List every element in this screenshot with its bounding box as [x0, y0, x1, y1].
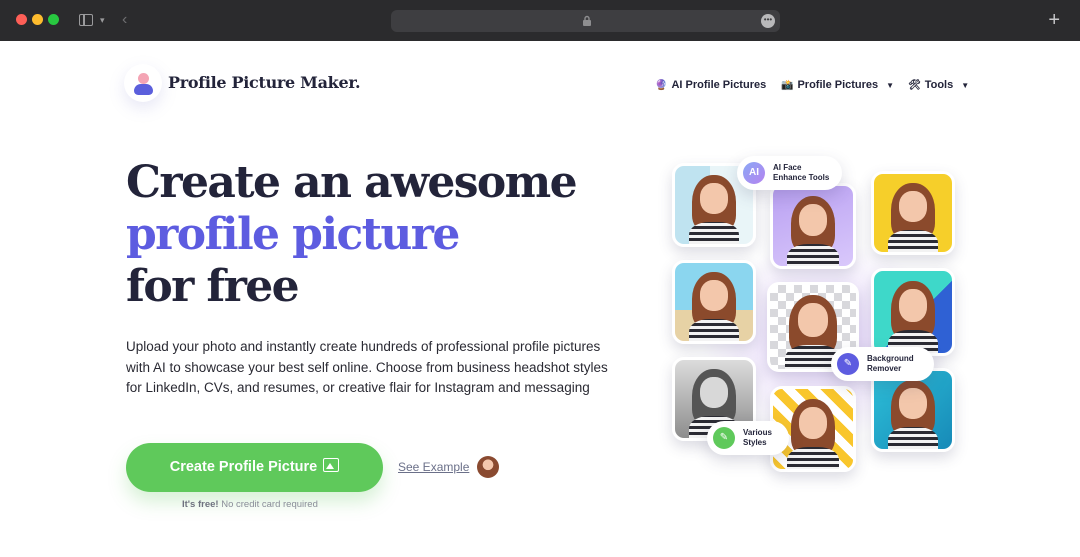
cta-label: Create Profile Picture — [169, 459, 318, 475]
logo-body-shape — [134, 84, 153, 95]
create-profile-picture-button[interactable]: Create Profile Picture — [126, 443, 383, 492]
nav-profile-pictures[interactable]: 📸 Profile Pictures ▼ — [781, 79, 894, 91]
profile-photo-purple — [770, 183, 856, 269]
example-avatar[interactable] — [477, 456, 499, 478]
ai-icon: AI — [743, 162, 765, 184]
image-icon — [323, 458, 340, 473]
sidebar-icon[interactable] — [79, 14, 93, 26]
badge-line-1: Background — [867, 354, 914, 363]
profile-photo-teal — [871, 268, 955, 356]
browser-toolbar: ▾ ‹ ••• + — [0, 0, 1080, 41]
badge-line-1: Various — [743, 428, 772, 437]
lock-icon — [583, 15, 591, 26]
nav-label: Tools — [924, 79, 954, 91]
brand-name[interactable]: Profile Picture Maker. — [168, 73, 361, 92]
profile-photo-yellow — [871, 171, 955, 255]
ai-face-enhance-badge: AI AI Face Enhance Tools — [737, 156, 842, 190]
badge-line-2: Remover — [867, 364, 902, 373]
brush-icon: ✎ — [713, 427, 735, 449]
nav-tools[interactable]: 🛠 Tools ▼ — [908, 79, 969, 91]
badge-line-2: Enhance Tools — [773, 173, 830, 182]
crystal-ball-icon: 🔮 — [655, 80, 668, 91]
close-window-button[interactable] — [16, 14, 27, 25]
chevron-down-icon[interactable]: ▾ — [100, 14, 105, 26]
tools-icon: 🛠 — [908, 80, 921, 91]
free-note-bold: It's free! — [182, 499, 219, 510]
free-note: It's free! No credit card required — [182, 499, 318, 510]
hero-description: Upload your photo and instantly create h… — [126, 339, 608, 395]
see-example-link[interactable]: See Example — [398, 460, 469, 474]
zoom-window-button[interactable] — [48, 14, 59, 25]
new-tab-button[interactable]: + — [1048, 9, 1060, 31]
hero-heading-line-1: Create an awesome — [126, 157, 578, 208]
badge-line-2: Styles — [743, 438, 767, 447]
nav-label: AI Profile Pictures — [671, 79, 767, 91]
address-bar[interactable]: ••• — [391, 10, 780, 32]
logo-head-shape — [138, 73, 149, 84]
nav-label: Profile Pictures — [797, 79, 879, 91]
caret-down-icon: ▼ — [886, 81, 895, 90]
logo[interactable] — [124, 64, 162, 102]
profile-photo-beach — [672, 260, 756, 344]
minimize-window-button[interactable] — [32, 14, 43, 25]
badge-line-1: AI Face — [773, 163, 802, 172]
hero-heading-line-2: profile picture — [126, 209, 460, 260]
back-arrow-icon[interactable]: ‹ — [122, 10, 127, 30]
various-styles-badge: ✎ Various Styles — [707, 421, 789, 455]
camera-icon: 📸 — [781, 80, 794, 91]
background-remover-badge: ✎ Background Remover — [831, 347, 934, 381]
wand-icon: ✎ — [837, 353, 859, 375]
caret-down-icon: ▼ — [961, 81, 970, 90]
hero-heading-line-3: for free — [126, 261, 300, 312]
ellipsis-icon[interactable]: ••• — [761, 14, 775, 28]
free-note-text: No credit card required — [221, 499, 318, 510]
nav-ai-profile-pictures[interactable]: 🔮 AI Profile Pictures — [655, 79, 766, 91]
